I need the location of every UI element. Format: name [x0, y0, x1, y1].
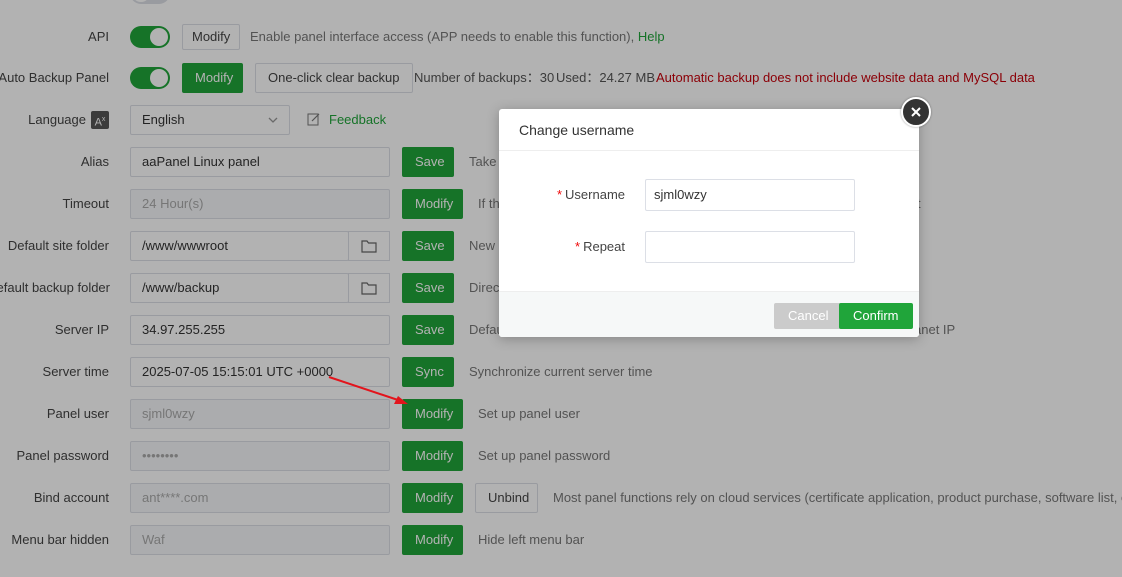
- required-mark: *: [575, 239, 581, 254]
- username-label-text: Username: [565, 187, 625, 202]
- dialog-title: Change username: [499, 109, 919, 151]
- repeat-row: * Repeat: [499, 231, 919, 263]
- username-label: * Username: [557, 179, 625, 211]
- repeat-input[interactable]: [645, 231, 855, 263]
- confirm-button[interactable]: Confirm: [839, 303, 913, 329]
- dialog-close-button[interactable]: [901, 97, 931, 127]
- close-icon: [911, 107, 921, 117]
- username-input[interactable]: sjml0wzy: [645, 179, 855, 211]
- change-username-dialog: Change username * Username sjml0wzy * Repe…: [499, 97, 931, 337]
- required-mark: *: [556, 187, 563, 202]
- cancel-button[interactable]: Cancel: [774, 303, 843, 329]
- username-row: * Username sjml0wzy: [499, 179, 919, 211]
- repeat-label-text: Repeat: [583, 239, 625, 254]
- repeat-label: * Repeat: [575, 231, 625, 263]
- dialog-footer: Cancel Confirm: [499, 291, 919, 337]
